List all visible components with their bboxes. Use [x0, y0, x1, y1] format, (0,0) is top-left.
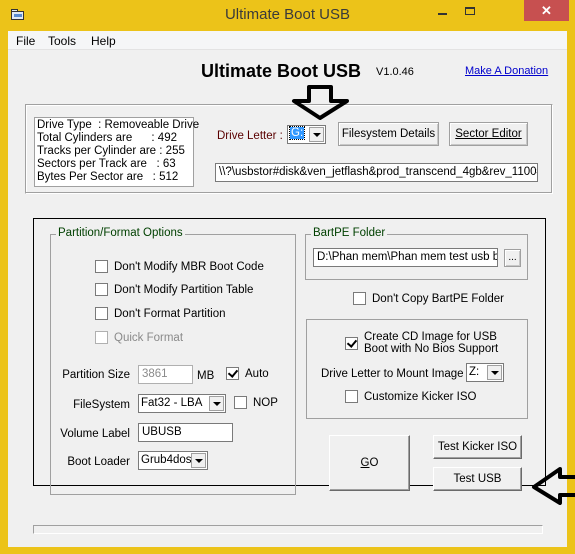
auto-checkbox[interactable]: Auto [226, 367, 269, 380]
bartpe-path-field[interactable]: D:\Phan mem\Phan mem test usb boot [313, 248, 498, 267]
menu-bar: File Tools Help [8, 31, 567, 50]
drive-letter-value: G: [288, 126, 306, 140]
sector-editor-button[interactable]: Sector Editor [449, 122, 528, 146]
title-bar[interactable]: Ultimate Boot USB ✕ [0, 0, 575, 31]
checkbox-label: Don't Format Partition [114, 307, 226, 320]
drive-info-line: Total Cylinders are : 492 [37, 132, 177, 144]
go-label: GO [360, 457, 379, 469]
checkbox-label: Don't Modify Partition Table [114, 283, 254, 296]
test-kicker-iso-button[interactable]: Test Kicker ISO [433, 435, 522, 459]
minimize-button[interactable] [428, 0, 456, 21]
drive-info-line: Sectors per Track are : 63 [37, 158, 176, 170]
partition-options-legend: Partition/Format Options [56, 227, 185, 239]
close-icon: ✕ [541, 2, 552, 18]
test-usb-button[interactable]: Test USB [433, 467, 522, 491]
menu-help[interactable]: Help [91, 34, 116, 48]
annotation-arrow-down-icon [292, 85, 349, 120]
boot-loader-value: Grub4dos [141, 454, 192, 466]
checkbox-label: Auto [245, 367, 269, 380]
volume-label-label: Volume Label [60, 428, 130, 440]
drive-letter-label: Drive Letter : [217, 130, 283, 142]
checkbox-box [95, 307, 108, 320]
sector-editor-label: Sector Editor [455, 128, 522, 140]
checkbox-box [345, 390, 358, 403]
dropdown-arrow-icon [309, 127, 324, 142]
mount-drive-value: Z: [469, 366, 480, 378]
checkbox-box [345, 336, 358, 350]
drive-info-box: Drive Type : Removeable Drive Total Cyli… [34, 117, 200, 187]
go-button[interactable]: GO [329, 435, 410, 491]
drive-info-line: Tracks per Cylinder are : 255 [37, 145, 185, 157]
dropdown-arrow-icon [191, 453, 206, 468]
filesystem-select[interactable]: Fat32 - LBA [138, 394, 226, 413]
volume-label-field[interactable]: UBUSB [138, 423, 233, 442]
drive-info-line: Drive Type : Removeable Drive [37, 119, 200, 131]
checkbox-box [95, 331, 108, 344]
donate-link[interactable]: Make A Donation [465, 65, 548, 77]
bartpe-folder-legend: BartPE Folder [311, 227, 388, 239]
checkbox-label: Don't Copy BartPE Folder [372, 292, 504, 305]
maximize-icon [465, 6, 475, 15]
checkbox-box [226, 367, 239, 380]
partition-size-unit: MB [197, 370, 215, 382]
boot-loader-select[interactable]: Grub4dos [138, 451, 208, 470]
close-button[interactable]: ✕ [524, 0, 569, 21]
boot-loader-label: Boot Loader [67, 456, 130, 468]
dropdown-arrow-icon [209, 396, 224, 411]
checkbox-label: Quick Format [114, 331, 184, 344]
drive-info-line: Bytes Per Sector are : 512 [37, 171, 179, 183]
quick-format-checkbox[interactable]: Quick Format [95, 331, 183, 344]
checkbox-label: Don't Modify MBR Boot Code [114, 260, 264, 273]
dont-format-partition-checkbox[interactable]: Don't Format Partition [95, 307, 226, 320]
checkbox-label: NOP [253, 396, 278, 409]
mount-drive-select[interactable]: Z: [466, 363, 504, 382]
menu-file[interactable]: File [16, 34, 35, 48]
brand-title: Ultimate Boot USB [201, 61, 362, 81]
drive-letter-select[interactable]: G: [287, 125, 326, 144]
customize-kicker-iso-checkbox[interactable]: Customize Kicker ISO [345, 390, 476, 403]
maximize-button[interactable] [456, 0, 484, 21]
progress-bar [33, 525, 543, 534]
checkbox-label: Create CD Image for USB Boot with No Bio… [364, 331, 499, 355]
checkbox-box [95, 260, 108, 273]
partition-size-field[interactable]: 3861 [138, 365, 193, 384]
dont-modify-mbr-checkbox[interactable]: Don't Modify MBR Boot Code [95, 260, 264, 273]
create-cd-image-checkbox[interactable]: Create CD Image for USB Boot with No Bio… [345, 331, 498, 355]
client-area: Ultimate Boot USB V1.0.46 Make A Donatio… [8, 50, 567, 547]
checkbox-box [95, 283, 108, 296]
checkbox-box [353, 292, 366, 305]
annotation-arrow-left-icon [532, 467, 575, 505]
mount-drive-label: Drive Letter to Mount Image [321, 368, 464, 380]
version-label: V1.0.46 [376, 66, 414, 78]
menu-tools[interactable]: Tools [48, 34, 76, 48]
window-title: Ultimate Boot USB [224, 6, 351, 23]
minimize-icon [437, 12, 447, 15]
device-path-field[interactable]: \\?\usbstor#disk&ven_jetflash&prod_trans… [215, 163, 538, 182]
filesystem-label: FileSystem [73, 399, 130, 411]
browse-button[interactable]: ... [504, 249, 521, 267]
checkbox-label: Customize Kicker ISO [364, 390, 477, 403]
app-window: Ultimate Boot USB ✕ File Tools Help Ulti… [0, 0, 575, 554]
filesystem-value: Fat32 - LBA [141, 397, 203, 409]
checkbox-box [234, 396, 247, 409]
nop-checkbox[interactable]: NOP [234, 396, 278, 409]
filesystem-details-button[interactable]: Filesystem Details [338, 122, 439, 146]
dont-copy-bartpe-checkbox[interactable]: Don't Copy BartPE Folder [353, 292, 504, 305]
dont-modify-partition-table-checkbox[interactable]: Don't Modify Partition Table [95, 283, 253, 296]
partition-size-label: Partition Size [62, 369, 130, 381]
dropdown-arrow-icon [487, 365, 502, 380]
